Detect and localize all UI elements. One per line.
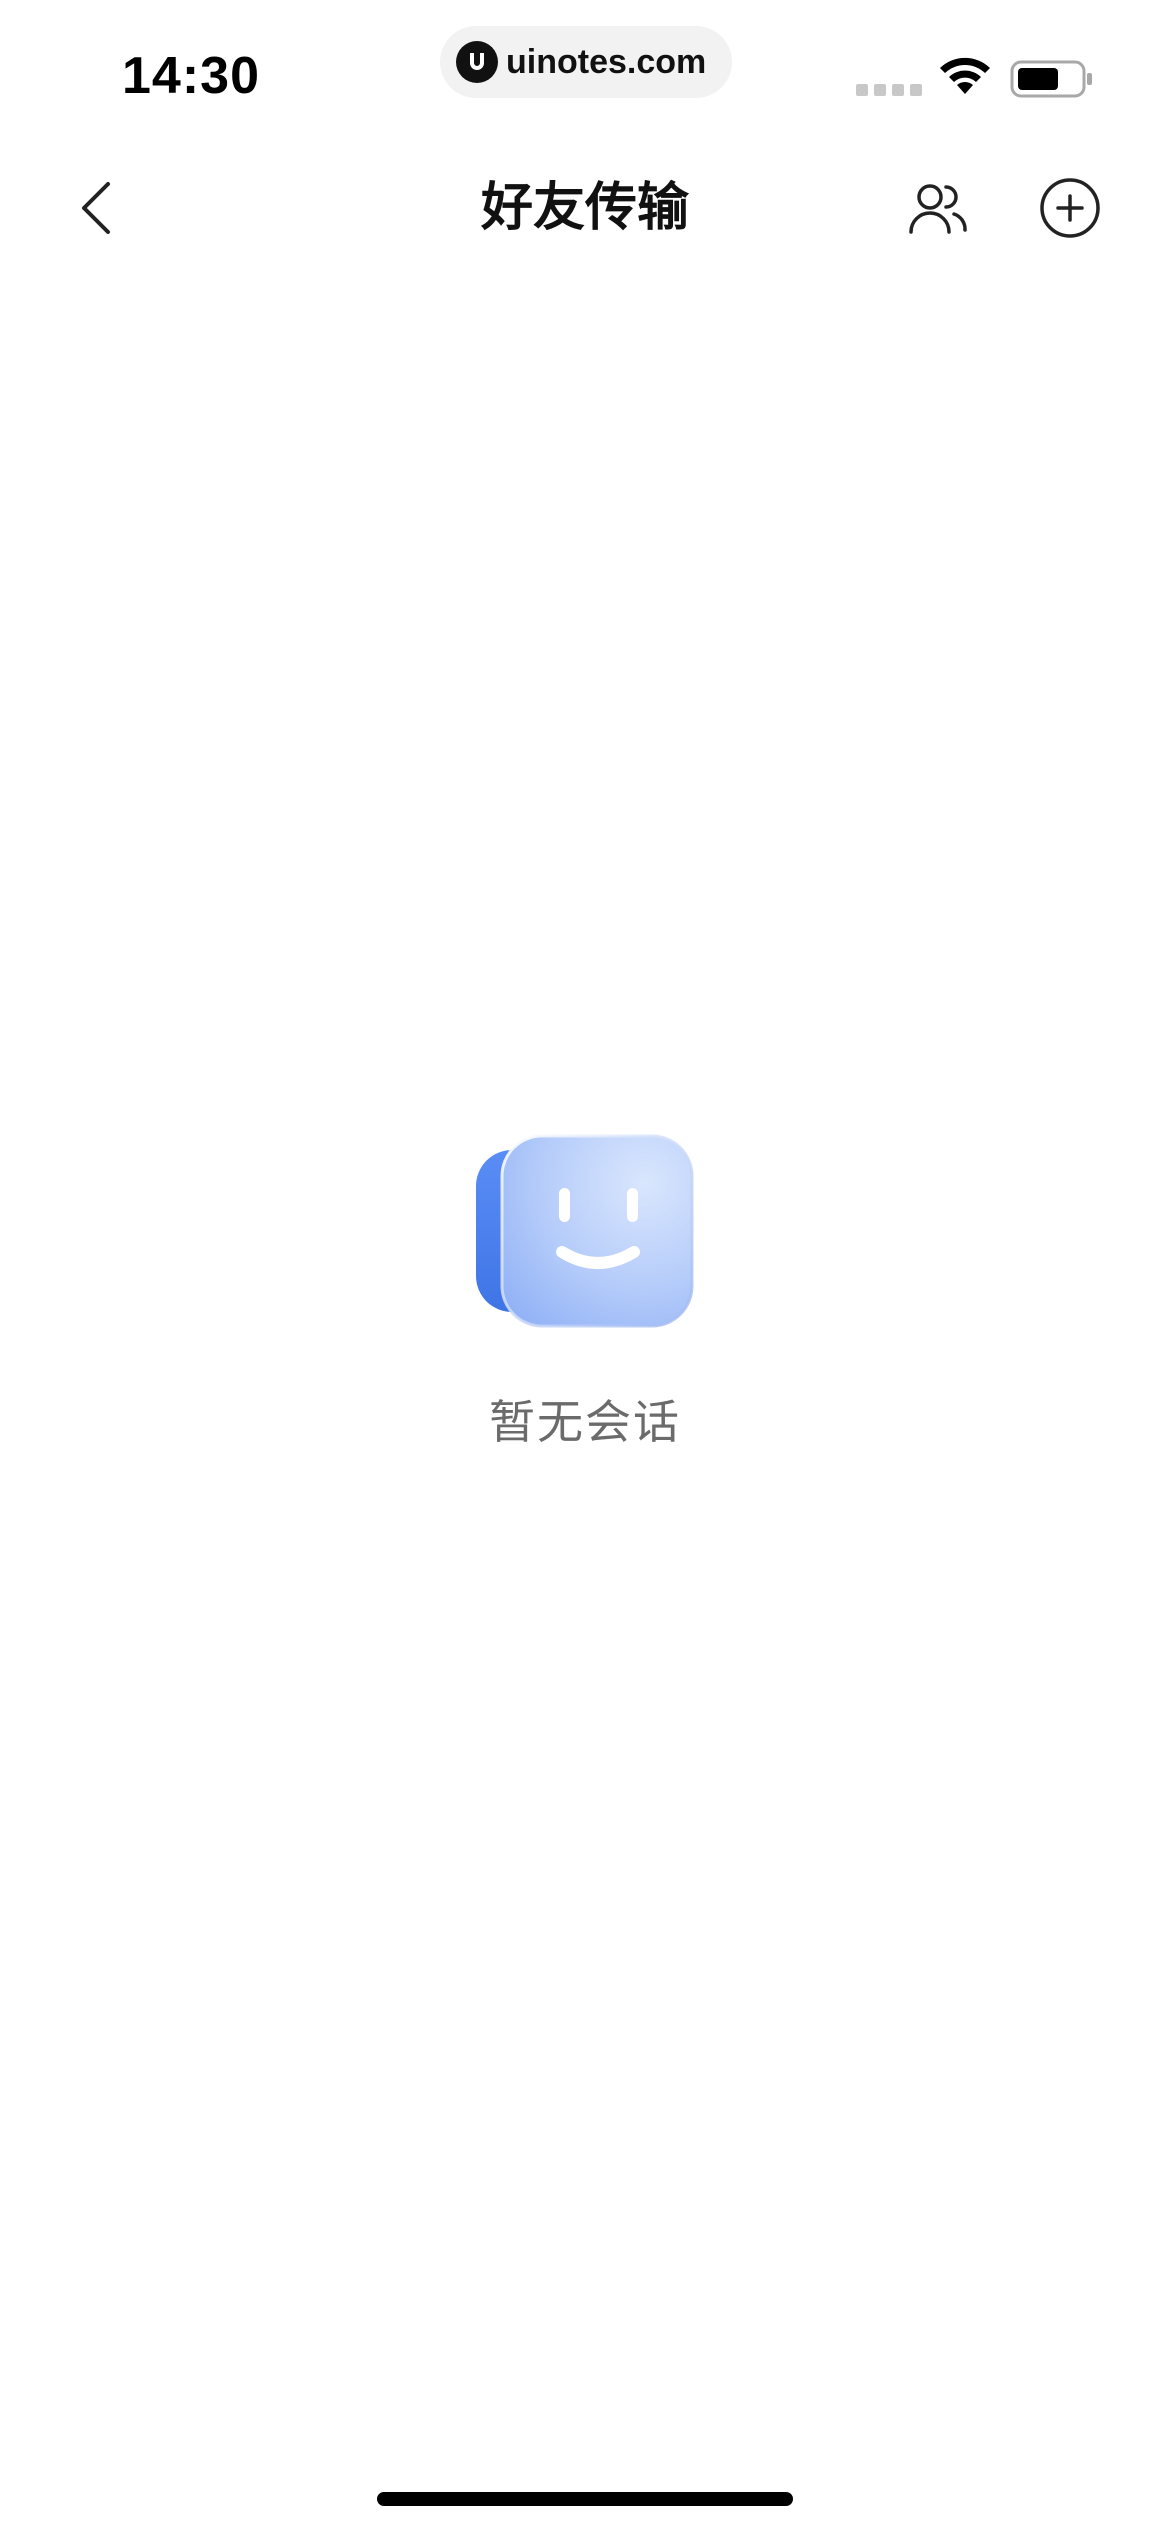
- friends-button[interactable]: [900, 170, 976, 246]
- battery-icon: [1010, 60, 1094, 102]
- plus-circle-icon: [1040, 178, 1100, 238]
- smiley-chat-icon: [470, 1124, 700, 1334]
- empty-state-message: 暂无会话: [489, 1395, 681, 1449]
- url-pill[interactable]: uinotes.com: [440, 26, 732, 98]
- site-logo-icon: [456, 41, 498, 83]
- users-icon: [909, 184, 967, 234]
- empty-state: 暂无会话: [0, 1110, 1170, 1470]
- nav-bar: 好友传输: [0, 150, 1170, 266]
- page-title: 好友传输: [480, 178, 689, 238]
- home-indicator[interactable]: [377, 2492, 793, 2506]
- cellular-signal-icon: [856, 84, 922, 96]
- url-text: uinotes.com: [506, 42, 707, 81]
- status-bar: 14:30 uinotes.com: [0, 0, 1170, 150]
- wifi-icon: [936, 54, 994, 100]
- status-time: 14:30: [122, 47, 260, 105]
- add-button[interactable]: [1030, 168, 1110, 248]
